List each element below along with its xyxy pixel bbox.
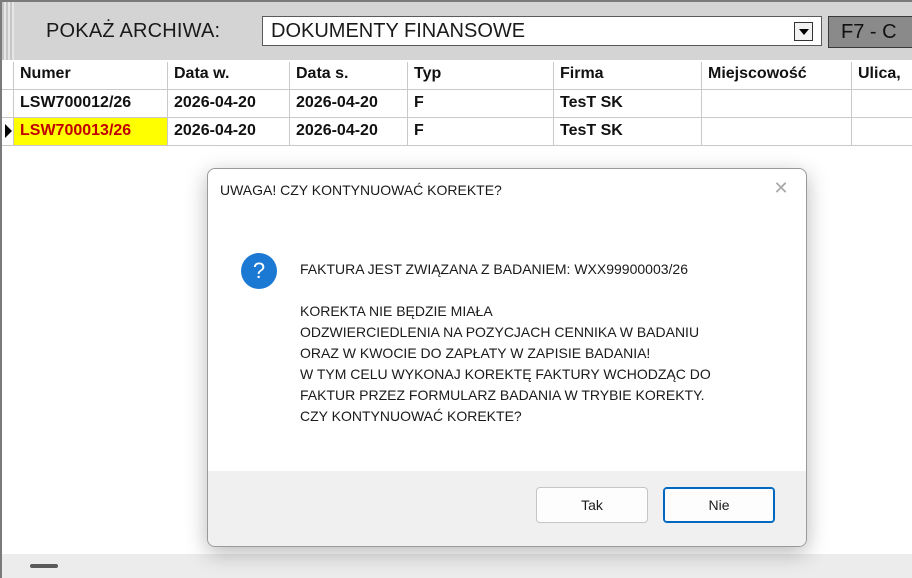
f7-button-label: F7 - C xyxy=(841,21,897,43)
column-header-miejscowosc[interactable]: Miejscowość xyxy=(702,62,852,89)
cell-ulica[interactable] xyxy=(852,118,912,145)
cell-data-w[interactable]: 2026-04-20 xyxy=(168,118,290,145)
cell-miejscowosc[interactable] xyxy=(702,118,852,145)
table-row-selected[interactable]: LSW700013/26 2026-04-20 2026-04-20 F Tes… xyxy=(2,118,912,146)
cell-miejscowosc[interactable] xyxy=(702,90,852,117)
confirm-correction-dialog: UWAGA! CZY KONTYNUOWAĆ KOREKTE? ✕ ? FAKT… xyxy=(207,168,807,547)
current-row-arrow-icon xyxy=(5,124,12,138)
question-icon: ? xyxy=(241,253,277,289)
f7-button[interactable]: F7 - C xyxy=(828,16,912,48)
dialog-message-line: ODZWIERCIEDLENIA NA POZYCJACH CENNIKA W … xyxy=(300,324,700,340)
column-header-firma[interactable]: Firma xyxy=(554,62,702,89)
yes-button[interactable]: Tak xyxy=(536,487,648,523)
archive-toolbar: POKAŻ ARCHIWA: DOKUMENTY FINANSOWE F7 - … xyxy=(2,2,912,60)
dialog-message-line: CZY KONTYNUOWAĆ KOREKTE? xyxy=(300,408,522,424)
cell-numer-selected[interactable]: LSW700013/26 xyxy=(14,118,168,145)
column-header-typ[interactable]: Typ xyxy=(408,62,554,89)
cell-data-s[interactable]: 2026-04-20 xyxy=(290,118,408,145)
dialog-message-line: W TYM CELU WYKONAJ KOREKTĘ FAKTURY WCHOD… xyxy=(300,366,711,382)
table-row[interactable]: LSW700012/26 2026-04-20 2026-04-20 F Tes… xyxy=(2,90,912,118)
cell-typ[interactable]: F xyxy=(408,90,554,117)
cell-typ[interactable]: F xyxy=(408,118,554,145)
header-indicator-cell xyxy=(2,62,14,89)
dialog-message-line: FAKTUR PRZEZ FORMULARZ BADANIA W TRYBIE … xyxy=(300,387,705,403)
dialog-message-line: FAKTURA JEST ZWIĄZANA Z BADANIEM: WXX999… xyxy=(300,261,688,277)
cell-data-s[interactable]: 2026-04-20 xyxy=(290,90,408,117)
close-icon[interactable]: ✕ xyxy=(772,179,790,197)
no-button[interactable]: Nie xyxy=(663,487,775,523)
scrollbar-thumb[interactable] xyxy=(30,564,58,568)
cell-ulica[interactable] xyxy=(852,90,912,117)
horizontal-scrollbar[interactable] xyxy=(2,554,912,578)
cell-firma[interactable]: TesT SK xyxy=(554,90,702,117)
toolbar-grip[interactable] xyxy=(2,2,14,60)
row-indicator[interactable] xyxy=(2,90,14,117)
dialog-message-line: ORAZ W KWOCIE DO ZAPŁATY W ZAPISIE BADAN… xyxy=(300,345,651,361)
column-header-data-s[interactable]: Data s. xyxy=(290,62,408,89)
dialog-message-line: KOREKTA NIE BĘDZIE MIAŁA xyxy=(300,303,493,319)
grid-header-row: Numer Data w. Data s. Typ Firma Miejscow… xyxy=(2,62,912,90)
chevron-down-icon[interactable] xyxy=(794,22,813,41)
column-header-data-w[interactable]: Data w. xyxy=(168,62,290,89)
column-header-ulica[interactable]: Ulica, xyxy=(852,62,912,89)
archive-select[interactable]: DOKUMENTY FINANSOWE xyxy=(262,16,822,46)
column-header-numer[interactable]: Numer xyxy=(14,62,168,89)
cell-numer[interactable]: LSW700012/26 xyxy=(14,90,168,117)
archive-select-value: DOKUMENTY FINANSOWE xyxy=(271,20,526,42)
dialog-title: UWAGA! CZY KONTYNUOWAĆ KOREKTE? xyxy=(220,182,502,198)
cell-data-w[interactable]: 2026-04-20 xyxy=(168,90,290,117)
row-indicator-current[interactable] xyxy=(2,118,14,145)
archive-label: POKAŻ ARCHIWA: xyxy=(46,20,221,42)
cell-firma[interactable]: TesT SK xyxy=(554,118,702,145)
